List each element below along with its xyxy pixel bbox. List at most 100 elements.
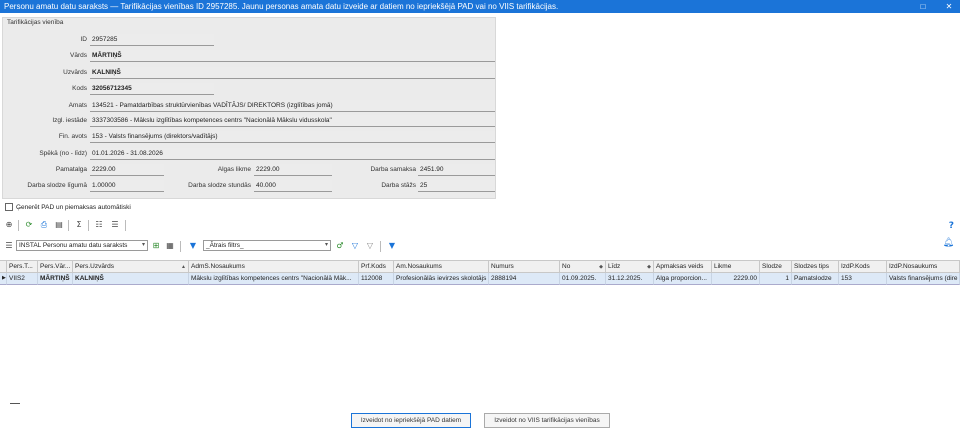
- vards-label: Vārds: [70, 52, 87, 59]
- id-label: ID: [80, 36, 88, 43]
- table-cell[interactable]: Mākslu izglītības kompetences centrs "Na…: [189, 273, 359, 285]
- column-header[interactable]: Numurs: [489, 260, 560, 273]
- report-settings-icon[interactable]: ▦: [164, 240, 176, 252]
- chevron-down-icon: ▾: [324, 242, 328, 248]
- column-header[interactable]: IzdP.Kods: [839, 260, 887, 273]
- columns-icon[interactable]: ☷: [93, 219, 105, 231]
- vards-field[interactable]: MĀRTIŅŠ: [90, 50, 495, 62]
- filter-icon[interactable]: ▼: [187, 240, 199, 252]
- table-cell[interactable]: Pamatslodze: [792, 273, 839, 285]
- splitter-handle[interactable]: [10, 403, 20, 404]
- bell-icon[interactable]: 🔔︎: [943, 238, 954, 248]
- report-list-icon[interactable]: ☰: [3, 240, 15, 252]
- filter-advanced-icon[interactable]: ▼: [386, 240, 398, 252]
- table-cell[interactable]: Alga proporcion...: [654, 273, 712, 285]
- export-icon[interactable]: ▤: [53, 219, 65, 231]
- table-cell[interactable]: 112008: [359, 273, 394, 285]
- filter-apply-icon[interactable]: ▽: [349, 240, 361, 252]
- tarification-unit-panel: Tarifikācijas vienība ID 2957285 Vārds M…: [2, 17, 496, 199]
- quick-filter-select[interactable]: _Ātrais filtrs_ ▾: [203, 240, 331, 251]
- create-from-viis-button[interactable]: Izveidot no VIIS tarifikācijas vienības: [484, 413, 610, 428]
- create-from-pad-button[interactable]: Izveidot no iepriekšējā PAD datiem: [351, 413, 471, 428]
- help-icon[interactable]: ?: [949, 221, 954, 231]
- auto-generate-checkbox[interactable]: Ģenerēt PAD un piemaksas automātiski: [5, 203, 131, 213]
- sort-icon: ◆: [599, 264, 603, 270]
- column-header[interactable]: No ◆: [560, 260, 606, 273]
- toolbar-separator: [180, 241, 181, 252]
- quick-filter-value: _Ātrais filtrs_: [206, 242, 244, 249]
- column-header[interactable]: Am.Nosaukums: [394, 260, 489, 273]
- auto-generate-label: Ģenerēt PAD un piemaksas automātiski: [16, 204, 131, 211]
- uzvards-label: Uzvārds: [63, 69, 87, 76]
- row-pointer-icon[interactable]: ▶: [0, 273, 7, 285]
- column-header[interactable]: Apmaksas veids: [654, 260, 712, 273]
- fin-avots-label: Fin. avots: [58, 133, 87, 140]
- table-cell[interactable]: Valsts finansējums (dire: [887, 273, 960, 285]
- report-select[interactable]: INSTAL Personu amatu datu saraksts ▾: [16, 240, 148, 251]
- print-icon[interactable]: ⎙: [38, 219, 50, 231]
- column-header-label: Pers.Uzvārds: [75, 263, 115, 270]
- column-header[interactable]: AdmS.Nosaukums: [189, 260, 359, 273]
- table-cell[interactable]: 31.12.2025.: [606, 273, 654, 285]
- speka-label: Spēkā (no - līdz): [39, 150, 87, 157]
- izgl-iestade-label: Izgl. iestāde: [52, 117, 87, 124]
- slodze-ligums-field[interactable]: 1.00000: [90, 180, 164, 192]
- column-header[interactable]: Līdz ◆: [606, 260, 654, 273]
- uzvards-field[interactable]: KALNIŅŠ: [90, 67, 495, 79]
- toolbar-separator: [125, 220, 126, 231]
- column-header[interactable]: Prf.Kods: [359, 260, 394, 273]
- id-field[interactable]: 2957285: [90, 34, 214, 46]
- toolbar-separator: [18, 220, 19, 231]
- row-indicator-header: [0, 260, 7, 273]
- pamatalga-field[interactable]: 2229.00: [90, 164, 164, 176]
- filter-clear-icon[interactable]: ▽: [364, 240, 376, 252]
- speka-field[interactable]: 01.01.2026 - 31.08.2026: [90, 148, 495, 160]
- close-icon[interactable]: ✕: [938, 0, 960, 13]
- column-header[interactable]: Slodzes tips: [792, 260, 839, 273]
- chevron-down-icon: ▾: [141, 242, 145, 248]
- tree-icon[interactable]: ☰: [109, 219, 121, 231]
- checkbox-box[interactable]: [5, 203, 13, 212]
- table-cell[interactable]: 2229.00: [712, 273, 760, 285]
- filter-edit-icon[interactable]: ♂: [334, 240, 346, 252]
- table-cell[interactable]: VIIS2: [7, 273, 38, 285]
- add-report-icon[interactable]: ⊞: [150, 240, 162, 252]
- table-cell[interactable]: 153: [839, 273, 887, 285]
- fin-avots-field[interactable]: 153 - Valsts finansējums (direktors/vadī…: [90, 131, 495, 143]
- table-cell[interactable]: KALNIŅŠ: [73, 273, 189, 285]
- table-cell[interactable]: 1: [760, 273, 792, 285]
- column-header[interactable]: IzdP.Nosaukums: [887, 260, 960, 273]
- column-header-label: No: [562, 263, 571, 270]
- pamatalga-label: Pamatalga: [55, 166, 87, 173]
- report-select-value: INSTAL Personu amatu datu saraksts: [19, 242, 128, 249]
- toolbar-separator: [380, 241, 381, 252]
- darba-samaksa-field[interactable]: 2451.90: [418, 164, 495, 176]
- column-header[interactable]: Slodze: [760, 260, 792, 273]
- table-cell[interactable]: Profesionālās ievirzes skolotājs: [394, 273, 489, 285]
- darba-stazs-field[interactable]: 25: [418, 180, 495, 192]
- sort-icon: ◆: [647, 264, 651, 270]
- toolbar-separator: [88, 220, 89, 231]
- maximize-icon[interactable]: □: [912, 0, 934, 13]
- table-cell[interactable]: MĀRTIŅŠ: [38, 273, 73, 285]
- refresh-icon[interactable]: ⟳: [23, 219, 35, 231]
- table-cell[interactable]: 01.09.2025.: [560, 273, 606, 285]
- amats-label: Amats: [68, 102, 87, 109]
- title-bar: Personu amatu datu saraksts — Tarifikāci…: [0, 0, 960, 13]
- column-header[interactable]: Pers.T...: [7, 260, 38, 273]
- sum-icon[interactable]: Σ: [73, 219, 85, 231]
- add-icon[interactable]: ⊕: [3, 219, 15, 231]
- table-cell[interactable]: 2888194: [489, 273, 560, 285]
- algas-likme-field[interactable]: 2229.00: [254, 164, 332, 176]
- kods-field[interactable]: 32056712345: [90, 83, 214, 95]
- column-header[interactable]: Pers.Uzvārds ▲: [73, 260, 189, 273]
- sort-asc-icon: ▲: [181, 264, 186, 270]
- column-header-label: Līdz: [608, 263, 621, 270]
- toolbar-primary: ⊕ ⟳ ⎙ ▤ Σ ☷ ☰: [3, 219, 143, 233]
- column-header[interactable]: Likme: [712, 260, 760, 273]
- slodze-stundas-field[interactable]: 40.000: [254, 180, 332, 192]
- izgl-iestade-field[interactable]: 3337303586 - Mākslu izglītības kompetenc…: [90, 115, 495, 127]
- amats-field[interactable]: 134521 - Pamatdarbības struktūrvienības …: [90, 100, 495, 112]
- panel-legend: Tarifikācijas vienība: [7, 19, 64, 26]
- column-header[interactable]: Pers.Vār...: [38, 260, 73, 273]
